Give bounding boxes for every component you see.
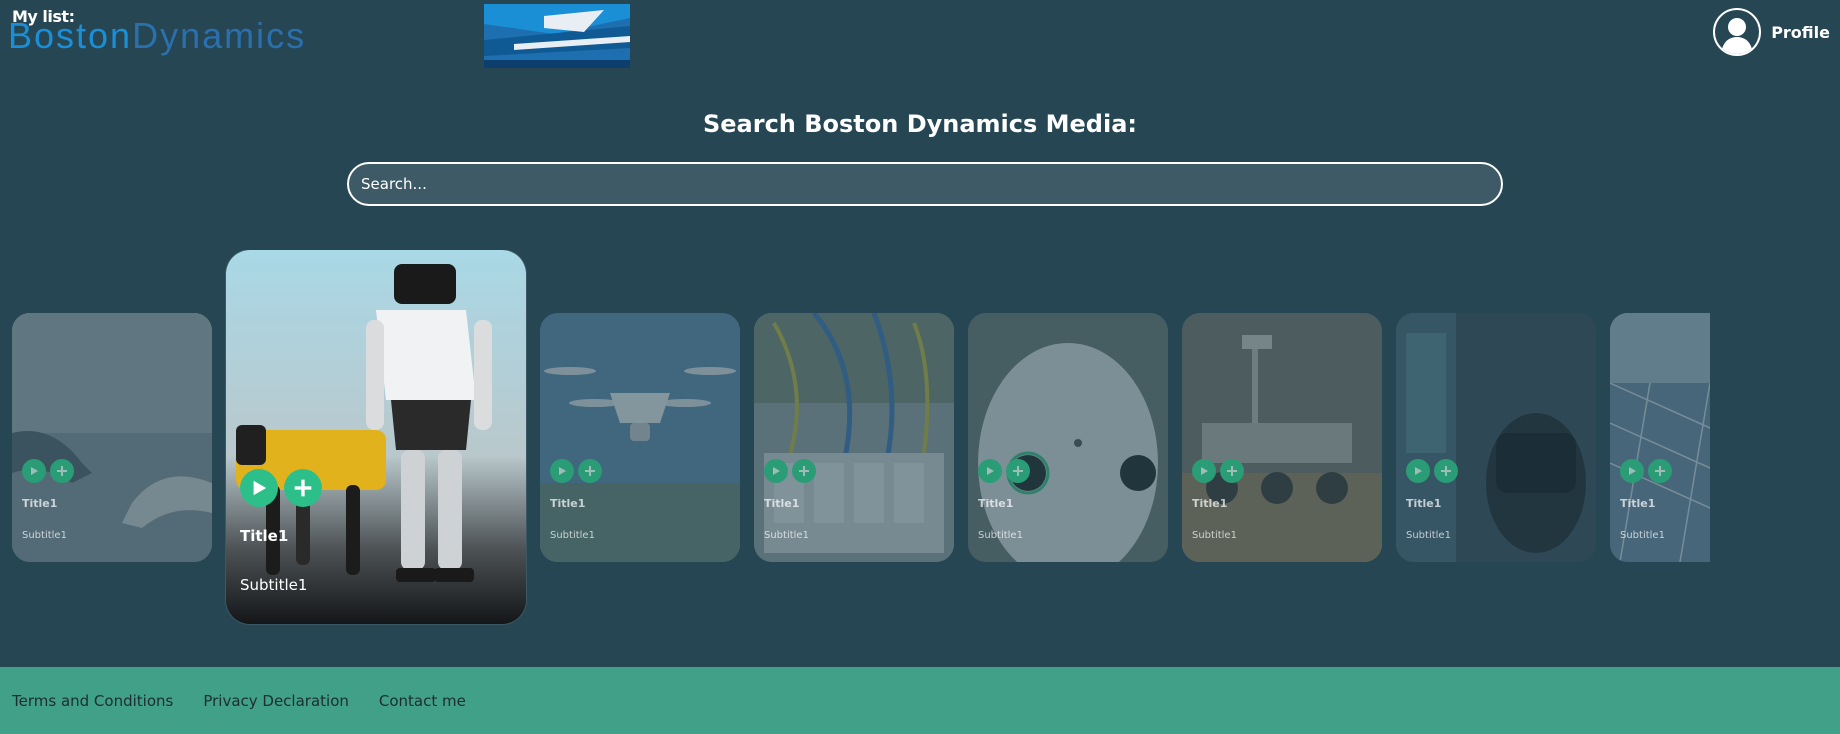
card-overlay [540,313,740,562]
play-icon [1415,467,1422,475]
featured-subtitle: Subtitle1 [240,576,308,594]
avatar-icon [1713,8,1762,56]
plus-icon [57,466,67,476]
featured-media-card[interactable]: Title1 Subtitle1 [226,250,526,624]
footer: Terms and Conditions Privacy Declaration… [0,667,1840,734]
play-icon [559,467,566,475]
add-to-list-button[interactable] [1434,459,1458,483]
add-to-list-button[interactable] [1006,459,1030,483]
card-overlay [754,313,954,562]
header: BostonDynamics My list: Profile [0,0,1840,75]
card-subtitle: Subtitle1 [1192,530,1237,541]
add-to-list-button[interactable] [1220,459,1244,483]
media-card[interactable]: Title1 Subtitle1 [1610,313,1710,562]
card-title: Title1 [764,497,800,510]
card-overlay [1610,313,1710,562]
logo-emblem-icon [484,4,630,68]
search-input[interactable] [347,162,1503,206]
media-card[interactable]: Title1 Subtitle1 [754,313,954,562]
media-card[interactable]: Title1 Subtitle1 [968,313,1168,562]
play-icon [253,480,267,496]
plus-icon [1655,466,1665,476]
card-subtitle: Subtitle1 [1406,530,1451,541]
card-subtitle: Subtitle1 [978,530,1023,541]
add-to-list-button[interactable] [578,459,602,483]
play-icon [773,467,780,475]
plus-icon [294,479,312,497]
play-button[interactable] [764,459,788,483]
media-card[interactable]: Title1 Subtitle1 [12,313,212,562]
contact-link[interactable]: Contact me [379,692,466,710]
media-card[interactable]: Title1 Subtitle1 [1182,313,1382,562]
profile-button[interactable]: Profile [1713,8,1830,56]
play-button[interactable] [22,459,46,483]
play-button[interactable] [1406,459,1430,483]
play-button[interactable] [1192,459,1216,483]
card-subtitle: Subtitle1 [764,530,809,541]
featured-title: Title1 [240,527,289,545]
play-button[interactable] [1620,459,1644,483]
media-card[interactable]: Title1 Subtitle1 [1396,313,1596,562]
card-subtitle: Subtitle1 [22,530,67,541]
media-card[interactable]: Title1 Subtitle1 [540,313,740,562]
media-carousel[interactable]: Title1 Subtitle1 Title1 Subtitle1 Title1… [0,250,1710,630]
privacy-link[interactable]: Privacy Declaration [203,692,349,710]
plus-icon [1013,466,1023,476]
plus-icon [799,466,809,476]
play-button[interactable] [978,459,1002,483]
plus-icon [1227,466,1237,476]
play-icon [1629,467,1636,475]
card-title: Title1 [1406,497,1442,510]
play-button[interactable] [550,459,574,483]
add-to-list-button[interactable] [284,469,322,507]
add-to-list-button[interactable] [792,459,816,483]
play-button[interactable] [240,469,278,507]
my-list-link[interactable]: My list: [12,7,75,26]
play-icon [31,467,38,475]
card-subtitle: Subtitle1 [1620,530,1665,541]
atlas-and-spot-robots-image [226,250,526,624]
logo-text-dynamics: Dynamics [132,15,307,56]
card-overlay [12,313,212,562]
add-to-list-button[interactable] [1648,459,1672,483]
terms-link[interactable]: Terms and Conditions [12,692,173,710]
card-subtitle: Subtitle1 [550,530,595,541]
profile-label: Profile [1771,22,1830,42]
card-title: Title1 [1620,497,1656,510]
plus-icon [1441,466,1451,476]
card-overlay [1396,313,1596,562]
card-title: Title1 [550,497,586,510]
card-title: Title1 [22,497,58,510]
card-overlay [1182,313,1382,562]
play-icon [1201,467,1208,475]
play-icon [987,467,994,475]
card-overlay [968,313,1168,562]
card-title: Title1 [1192,497,1228,510]
plus-icon [585,466,595,476]
search-title: Search Boston Dynamics Media: [702,110,1138,138]
card-title: Title1 [978,497,1014,510]
add-to-list-button[interactable] [50,459,74,483]
